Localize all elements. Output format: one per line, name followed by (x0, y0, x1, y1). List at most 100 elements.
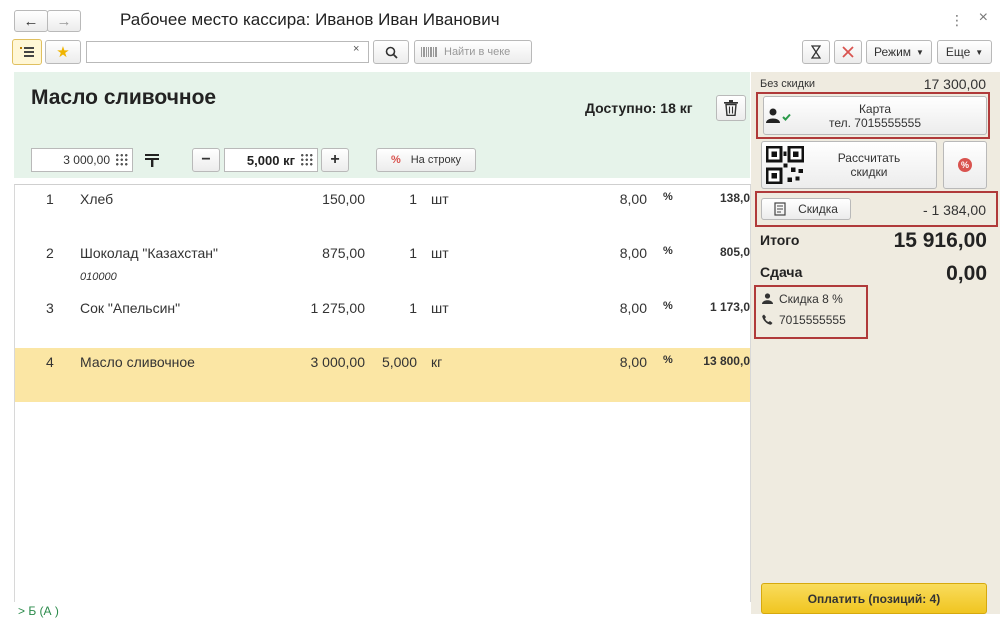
star-icon: ★ (56, 44, 70, 61)
client-phone: 7015555555 (779, 313, 846, 327)
hourglass-icon (811, 45, 821, 59)
quantity-value: 5,000 кг (246, 152, 295, 168)
price-value: 3 000,00 (63, 153, 110, 167)
calculator-icon[interactable] (115, 153, 129, 167)
increase-qty-button[interactable]: + (321, 148, 349, 172)
table-row[interactable]: 2 Шоколад "Казахстан" 010000 875,00 1 шт… (15, 239, 750, 293)
list-view-button[interactable] (12, 39, 42, 65)
mode-label: Режим (874, 45, 912, 59)
list-icon (20, 47, 34, 57)
row-code: 010000 (80, 271, 117, 283)
mode-button[interactable]: Режим ▼ (866, 40, 932, 64)
percent-icon: % (390, 154, 401, 166)
arrow-left-icon: ← (23, 12, 39, 30)
row-price: 875,00 (322, 245, 365, 261)
no-discount-label: Без скидки (760, 78, 816, 90)
change-label: Сдача (760, 264, 803, 280)
row-name: Сок "Апельсин" (80, 300, 181, 316)
per-line-discount-button[interactable]: % На строку (376, 148, 476, 172)
row-number: 1 (46, 191, 54, 207)
change-value: 0,00 (946, 262, 987, 285)
row-sum: 138,0 (719, 191, 750, 205)
row-name: Шоколад "Казахстан" (80, 245, 218, 261)
barcode-icon (421, 47, 437, 57)
pay-label: Оплатить (позиций: 4) (807, 591, 941, 606)
minus-icon: − (201, 151, 211, 168)
calc-label-2: скидки (850, 165, 888, 179)
calculator-icon[interactable] (300, 153, 314, 167)
table-row[interactable]: 3 Сок "Апельсин" 1 275,00 1 шт 8,00 % 1 … (15, 294, 750, 348)
delete-line-button[interactable] (716, 95, 746, 121)
per-line-label: На строку (410, 154, 462, 166)
favorites-button[interactable]: ★ (45, 40, 81, 64)
row-discount: 8,00 (619, 191, 647, 207)
arrow-right-icon: → (56, 12, 72, 30)
row-sum: 805,0 (719, 245, 750, 259)
row-number: 2 (46, 245, 54, 261)
row-qty: 1 (409, 245, 417, 261)
table-row[interactable]: 1 Хлеб 150,00 1 шт 8,00 % 138,0 (15, 185, 750, 239)
search-icon (385, 46, 398, 59)
cancel-receipt-button[interactable] (834, 40, 862, 64)
row-price: 3 000,00 (310, 354, 366, 370)
trash-icon (724, 100, 738, 116)
manual-discount-button[interactable]: % (943, 141, 987, 189)
price-type-icon[interactable] (144, 152, 160, 171)
table-row-selected[interactable]: 4 Масло сливочное 3 000,00 5,000 кг 8,00… (15, 348, 750, 402)
row-qty: 1 (409, 191, 417, 207)
row-price: 150,00 (322, 191, 365, 207)
row-name: Хлеб (80, 191, 114, 207)
back-button[interactable]: ← (14, 10, 48, 32)
percent-badge-icon: % (958, 158, 972, 172)
row-sum: 1 173,0 (709, 300, 750, 314)
row-number: 4 (46, 354, 54, 370)
more-label: Еще (945, 45, 971, 59)
find-in-receipt-label: Найти в чеке (444, 46, 511, 58)
row-qty: 1 (409, 300, 417, 316)
plus-icon: + (330, 151, 340, 168)
product-name: Масло сливочное (31, 86, 217, 109)
clear-search-icon[interactable]: × (353, 43, 359, 55)
quantity-field[interactable]: 5,000 кг (224, 148, 318, 172)
qr-code-icon (766, 146, 804, 184)
row-unit: шт (431, 300, 449, 316)
discount-highlight (755, 191, 998, 227)
footer-link[interactable]: > Б (А ) (18, 604, 59, 618)
row-unit: кг (431, 354, 443, 370)
row-number: 3 (46, 300, 54, 316)
row-discount: 8,00 (619, 300, 647, 316)
window-menu-icon[interactable]: ⋮ (950, 12, 964, 29)
pay-button[interactable]: Оплатить (позиций: 4) (761, 583, 987, 614)
decrease-qty-button[interactable]: − (192, 148, 220, 172)
phone-icon (762, 314, 773, 325)
row-sum: 13 800,0 (703, 354, 750, 368)
user-icon (762, 293, 773, 304)
price-field[interactable]: 3 000,00 (31, 148, 133, 172)
window-title: Рабочее место кассира: Иванов Иван Ивано… (120, 10, 500, 29)
available-quantity: Доступно: 18 кг (585, 100, 693, 116)
row-discount: 8,00 (619, 354, 647, 370)
row-name: Масло сливочное (80, 354, 195, 370)
chevron-down-icon: ▼ (916, 47, 924, 57)
total-label: Итого (760, 232, 800, 248)
card-highlight (756, 92, 990, 139)
calc-label-1: Рассчитать (837, 151, 901, 165)
row-discount: 8,00 (619, 245, 647, 261)
find-in-receipt-button[interactable]: Найти в чеке (414, 40, 532, 64)
row-price: 1 275,00 (310, 300, 366, 316)
no-discount-value: 17 300,00 (923, 76, 986, 92)
row-qty: 5,000 (381, 354, 417, 370)
client-discount: Скидка 8 % (779, 292, 843, 306)
hourglass-button[interactable] (802, 40, 830, 64)
close-icon[interactable]: × (979, 9, 988, 27)
forward-button[interactable]: → (47, 10, 81, 32)
more-button[interactable]: Еще ▼ (937, 40, 992, 64)
row-unit: шт (431, 245, 449, 261)
total-value: 15 916,00 (893, 229, 987, 252)
chevron-down-icon: ▼ (975, 47, 984, 57)
search-button[interactable] (373, 40, 409, 64)
search-input[interactable] (86, 41, 369, 63)
close-red-icon (842, 46, 854, 58)
row-unit: шт (431, 191, 449, 207)
receipt-table: 1 Хлеб 150,00 1 шт 8,00 % 138,0 2 Шокола… (14, 184, 751, 602)
